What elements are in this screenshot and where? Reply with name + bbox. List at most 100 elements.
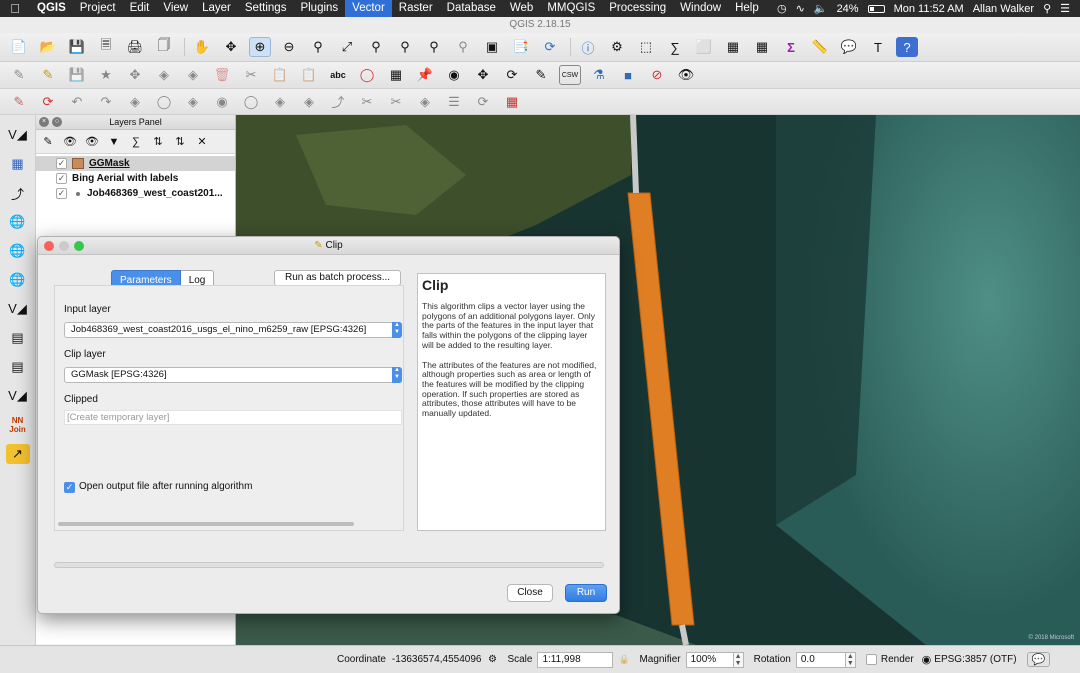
menu-plugins[interactable]: Plugins xyxy=(293,0,345,17)
save-as-icon[interactable]: 🗏 xyxy=(95,37,117,57)
time-machine-icon[interactable]: ◷ xyxy=(777,2,787,15)
select-features-icon[interactable]: ⬚ xyxy=(635,37,657,57)
vertex-tool-icon[interactable]: ◈ xyxy=(182,65,204,85)
messages-icon[interactable]: 💬 xyxy=(1026,652,1051,667)
clock[interactable]: Mon 11:52 AM xyxy=(894,3,964,15)
add-postgis-layer-icon[interactable]: ⤴ xyxy=(6,183,30,203)
clipped-output-field[interactable]: [Create temporary layer] xyxy=(64,410,402,425)
nn-join-icon[interactable]: NN Join xyxy=(6,415,30,435)
simplify-feature-icon[interactable]: ◈ xyxy=(124,92,146,112)
layer-visibility-checkbox[interactable]: ✓ xyxy=(56,188,67,199)
panel-close-icon[interactable]: × xyxy=(39,117,49,127)
print-composer-icon[interactable]: 🖨 xyxy=(124,37,146,57)
run-button[interactable]: Run xyxy=(565,584,607,602)
layer-symbol-swatch[interactable] xyxy=(72,158,84,169)
layer-styling-icon[interactable]: ✎ xyxy=(40,134,56,150)
zoom-out-icon[interactable]: ⊖ xyxy=(278,37,300,57)
close-button[interactable]: Close xyxy=(507,584,553,602)
undo-icon[interactable]: ↶ xyxy=(66,92,88,112)
run-batch-button[interactable]: Run as batch process... xyxy=(274,270,401,286)
zoom-next-icon[interactable]: ⚲ xyxy=(452,37,474,57)
wifi-icon[interactable]: ∿ xyxy=(796,2,805,15)
filter-legend-icon[interactable]: ▼ xyxy=(106,134,122,150)
window-zoom-button[interactable] xyxy=(74,241,84,251)
split-features-icon[interactable]: ✂ xyxy=(356,92,378,112)
rotate-feature-icon[interactable]: ⟳ xyxy=(37,92,59,112)
crs-status[interactable]: EPSG:3857 (OTF) xyxy=(934,654,1016,665)
run-action-icon[interactable]: ⚙ xyxy=(606,37,628,57)
delete-ring-icon[interactable]: ◯ xyxy=(240,92,262,112)
reshape-features-icon[interactable]: ◈ xyxy=(298,92,320,112)
expand-all-icon[interactable]: ⇅ xyxy=(150,134,166,150)
zoom-to-selection-icon[interactable]: ⚲ xyxy=(365,37,387,57)
open-project-icon[interactable]: 📂 xyxy=(37,37,59,57)
layer-row-job468369[interactable]: ✓ Job468369_west_coast201... xyxy=(36,186,235,201)
node-tool-icon[interactable]: ◈ xyxy=(153,65,175,85)
label-tool-icon[interactable]: abc xyxy=(327,65,349,85)
move-label-icon[interactable]: ✥ xyxy=(472,65,494,85)
layer-visibility-checkbox[interactable]: ✓ xyxy=(56,173,67,184)
menu-project[interactable]: Project xyxy=(73,0,123,17)
merge-attributes-icon[interactable]: ☰ xyxy=(443,92,465,112)
menu-help[interactable]: Help xyxy=(728,0,766,17)
menu-window[interactable]: Window xyxy=(673,0,728,17)
text-annotation-icon[interactable]: T xyxy=(867,37,889,57)
layer-visibility-checkbox[interactable]: ✓ xyxy=(56,158,67,169)
help-icon[interactable]: ? xyxy=(896,37,918,57)
pan-hand-icon[interactable]: ✋ xyxy=(191,37,213,57)
move-feature-icon[interactable]: ✥ xyxy=(124,65,146,85)
attribute-table-icon[interactable]: ▦ xyxy=(722,37,744,57)
change-label-icon[interactable]: ✎ xyxy=(530,65,552,85)
route-icon[interactable]: ▦ xyxy=(501,92,523,112)
add-part-icon[interactable]: ◈ xyxy=(182,92,204,112)
rotate-label-icon[interactable]: ⟳ xyxy=(501,65,523,85)
menu-layer[interactable]: Layer xyxy=(195,0,238,17)
menu-web[interactable]: Web xyxy=(503,0,540,17)
csw-icon[interactable]: CSW xyxy=(559,65,581,85)
open-output-checkbox[interactable]: ✓ xyxy=(64,482,75,493)
zoom-full-icon[interactable]: ⤢ xyxy=(336,37,358,57)
add-group-icon[interactable]: 👁 xyxy=(62,134,78,150)
zoom-to-layer-icon[interactable]: ⚲ xyxy=(394,37,416,57)
current-edits-icon[interactable]: ✎ xyxy=(8,65,30,85)
split-parts-icon[interactable]: ✂ xyxy=(385,92,407,112)
window-minimize-button[interactable] xyxy=(59,241,69,251)
menu-processing[interactable]: Processing xyxy=(602,0,673,17)
offset-curve-icon[interactable]: ⤴ xyxy=(327,92,349,112)
volume-icon[interactable]: 🔈 xyxy=(814,2,828,15)
crs-globe-icon[interactable]: ◉ xyxy=(922,653,932,666)
panel-float-icon[interactable]: ○ xyxy=(52,117,62,127)
input-layer-select[interactable]: Job468369_west_coast2016_usgs_el_nino_m6… xyxy=(64,322,402,338)
fill-ring-icon[interactable]: ◉ xyxy=(211,92,233,112)
user-name[interactable]: Allan Walker xyxy=(973,3,1034,15)
rotation-field[interactable]: 0.0 xyxy=(795,651,846,668)
battery-icon[interactable] xyxy=(867,4,885,13)
menu-app-qgis[interactable]: QGIS xyxy=(30,0,73,17)
new-project-icon[interactable]: 📄 xyxy=(8,37,30,57)
eye-icon[interactable]: 👁 xyxy=(675,65,697,85)
spotlight-search-icon[interactable]: ⚲ xyxy=(1043,2,1051,15)
add-wcs-layer-icon[interactable]: 🌐 xyxy=(6,241,30,261)
statistical-summary-icon[interactable]: Σ xyxy=(780,37,802,57)
add-delimited-text-icon[interactable]: ▤ xyxy=(6,328,30,348)
coordinate-value[interactable]: -13636574,4554096 xyxy=(392,654,482,665)
clip-layer-select[interactable]: GGMask [EPSG:4326] ▲ ▼ xyxy=(64,367,402,383)
zoom-last-icon[interactable]: ⚲ xyxy=(423,37,445,57)
scale-lock-icon[interactable]: 🔒 xyxy=(617,653,631,667)
layer-row-ggmask[interactable]: ✓ GGMask xyxy=(36,156,235,171)
copy-features-icon[interactable]: 📋 xyxy=(269,65,291,85)
render-checkbox[interactable] xyxy=(865,654,877,665)
geopackage-icon[interactable]: ■ xyxy=(617,65,639,85)
menu-edit[interactable]: Edit xyxy=(123,0,157,17)
new-spatialite-icon[interactable]: V◢ xyxy=(6,386,30,406)
measure-line-icon[interactable]: 📏 xyxy=(809,37,831,57)
add-ring-icon[interactable]: ◯ xyxy=(153,92,175,112)
menu-view[interactable]: View xyxy=(156,0,195,17)
redo-icon[interactable]: ↷ xyxy=(95,92,117,112)
paste-features-icon[interactable]: 📋 xyxy=(298,65,320,85)
rotate-point-symbols-icon[interactable]: ⟳ xyxy=(472,92,494,112)
pin-labels-icon[interactable]: 📌 xyxy=(414,65,436,85)
menu-database[interactable]: Database xyxy=(440,0,503,17)
cut-features-icon[interactable]: ✂ xyxy=(240,65,262,85)
apple-menu-icon[interactable]:  xyxy=(0,1,30,16)
